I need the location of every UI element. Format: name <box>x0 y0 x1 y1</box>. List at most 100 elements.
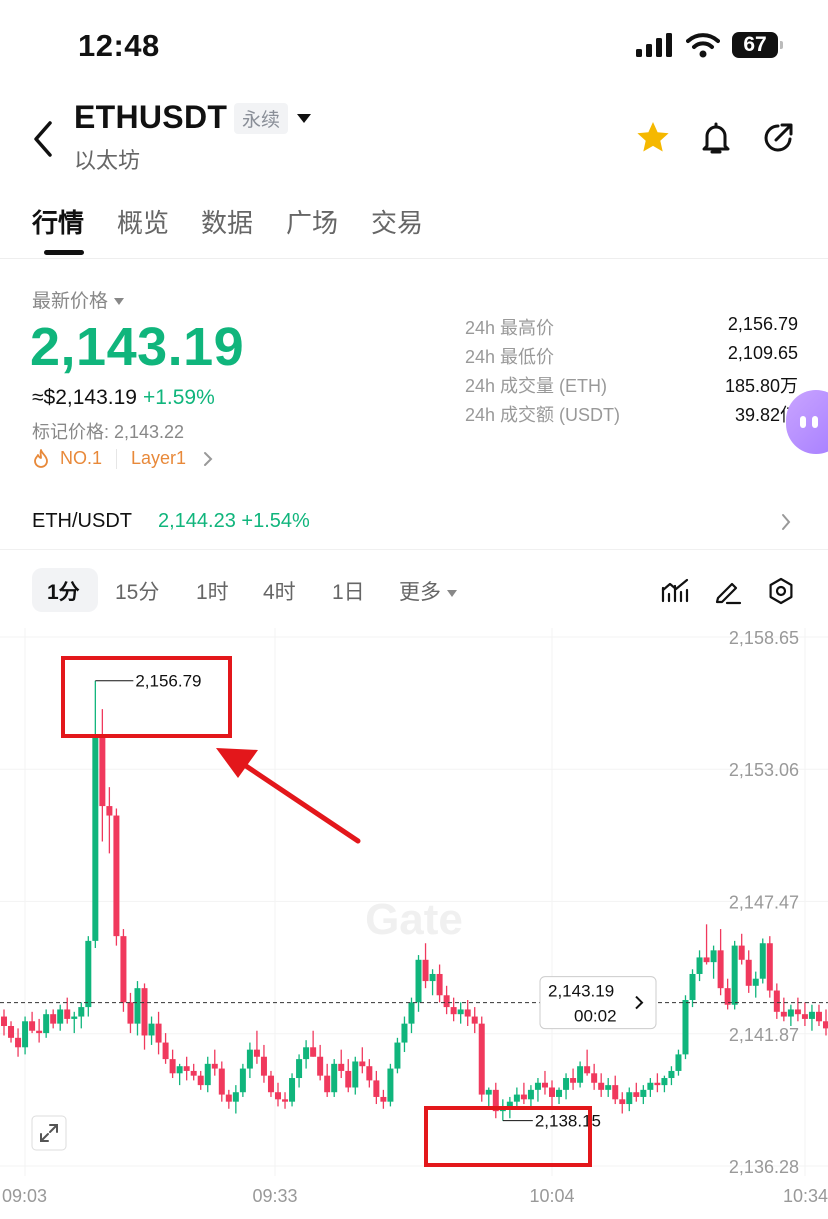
settings-icon[interactable] <box>766 576 796 606</box>
annotation-arrow-shaft <box>243 763 361 844</box>
candle-body <box>682 999 689 1055</box>
candle-body <box>464 1009 471 1017</box>
candle-body <box>710 950 717 963</box>
candle-body <box>352 1061 359 1088</box>
candle-body <box>570 1078 577 1083</box>
timeframe-bar: 1分 15分 1时 4时 1日 更多 <box>0 562 828 622</box>
candle-body <box>15 1037 22 1048</box>
stat-value: 185.80万 <box>724 376 798 396</box>
candle-body <box>485 1089 492 1095</box>
candle-body <box>541 1082 548 1088</box>
candle-body <box>127 1002 134 1024</box>
candle-body <box>668 1070 675 1079</box>
chevron-right-icon <box>782 514 791 530</box>
header: ETHUSDT 永续 以太坊 <box>0 95 828 185</box>
candle-body <box>134 988 141 1024</box>
candle-body <box>675 1054 682 1071</box>
candle-body <box>85 940 92 1008</box>
candle-body <box>169 1059 176 1074</box>
candle-body <box>155 1023 162 1043</box>
candle-body <box>408 1002 415 1024</box>
candle-body <box>366 1066 373 1081</box>
tab-square[interactable]: 广场 <box>286 203 338 240</box>
candle-body <box>633 1092 640 1097</box>
timeframe-more[interactable]: 更多 <box>399 576 457 606</box>
symbol-dropdown-icon[interactable] <box>297 114 311 123</box>
candle-body <box>415 959 422 1003</box>
tab-data[interactable]: 数据 <box>201 203 253 240</box>
candle-body <box>478 1023 485 1095</box>
candlestick-chart[interactable]: Gate 2,143.1900:022,156.792,138.15 2,158… <box>0 628 828 1219</box>
candle-body <box>773 990 780 1012</box>
timeframe-15m[interactable]: 15分 <box>115 576 159 606</box>
candle-body <box>584 1066 591 1074</box>
candle-body <box>640 1089 647 1097</box>
candle-body <box>43 1014 50 1034</box>
x-axis-label: 09:33 <box>252 1186 297 1206</box>
candle-body <box>120 936 127 1003</box>
y-axis-label: 2,141.87 <box>729 1025 799 1045</box>
stat-value: 2,109.65 <box>727 343 798 363</box>
candle-body <box>780 1011 787 1017</box>
candle-body <box>605 1085 612 1090</box>
candle-body <box>591 1073 598 1083</box>
indicator-icon[interactable] <box>660 576 690 606</box>
candle-body <box>534 1082 541 1090</box>
share-icon[interactable] <box>759 119 797 157</box>
bell-icon[interactable] <box>697 119 735 157</box>
candle-body <box>759 943 766 979</box>
x-axis-label: 10:04 <box>529 1186 574 1206</box>
last-price: 2,143.19 <box>30 317 245 377</box>
tab-overview[interactable]: 概览 <box>117 203 169 240</box>
tab-market[interactable]: 行情 <box>32 203 84 240</box>
candle-body <box>752 978 759 986</box>
timeframe-1m[interactable]: 1分 <box>47 576 80 606</box>
back-icon[interactable] <box>30 119 56 159</box>
symbol-title[interactable]: ETHUSDT <box>74 99 227 136</box>
candle-body <box>29 1021 36 1031</box>
candle-body <box>654 1082 661 1086</box>
candle-body <box>520 1094 527 1100</box>
candle-body <box>527 1089 534 1100</box>
current-price-value: 2,143.19 <box>548 982 614 1001</box>
candle-body <box>703 957 710 963</box>
annotation-arrow-head <box>216 748 258 778</box>
candle-body <box>78 1007 85 1017</box>
usd-price: ≈$2,143.19 <box>32 386 137 409</box>
battery-indicator: 67 <box>732 32 783 58</box>
candle-body <box>338 1063 345 1071</box>
spot-change: +1.54% <box>241 510 310 532</box>
candle-body <box>106 806 113 816</box>
candle-body <box>204 1063 211 1086</box>
price-type-selector[interactable]: 最新价格 <box>32 286 125 313</box>
floating-assistant-bubble[interactable] <box>786 390 828 454</box>
candle-body <box>253 1049 260 1057</box>
timeframe-1h[interactable]: 1时 <box>196 576 229 606</box>
candle-body <box>373 1080 380 1097</box>
candle-body <box>57 1009 64 1024</box>
candle-body <box>218 1068 225 1095</box>
candle-body <box>577 1066 584 1083</box>
tag-divider <box>116 448 118 469</box>
candle-body <box>598 1082 605 1090</box>
candle-body <box>260 1056 267 1076</box>
stat-value: 2,156.79 <box>727 314 798 334</box>
candle-body <box>556 1089 563 1097</box>
candle-body <box>661 1078 668 1086</box>
candle-body <box>64 1009 71 1019</box>
timeframe-4h[interactable]: 4时 <box>263 576 296 606</box>
main-tabs: 行情 概览 数据 广场 交易 <box>0 195 828 259</box>
star-icon[interactable] <box>634 119 672 157</box>
tag-row[interactable]: NO.1 Layer1 <box>32 448 214 469</box>
spot-last-price: 2,144.23 <box>158 510 236 532</box>
candle-body <box>471 1016 478 1024</box>
candle-body <box>99 735 106 807</box>
pen-icon[interactable] <box>713 576 743 606</box>
candle-body <box>289 1078 296 1102</box>
stat-row: 24h 成交额 (USDT) 39.82亿 <box>465 401 798 430</box>
timeframe-1d[interactable]: 1日 <box>332 576 365 606</box>
tab-trade[interactable]: 交易 <box>371 203 423 240</box>
candle-body <box>22 1021 29 1048</box>
stat-label: 24h 成交量 (ETH) <box>465 376 608 396</box>
spot-pair-row[interactable]: ETH/USDT 2,144.23 +1.54% <box>0 496 828 550</box>
